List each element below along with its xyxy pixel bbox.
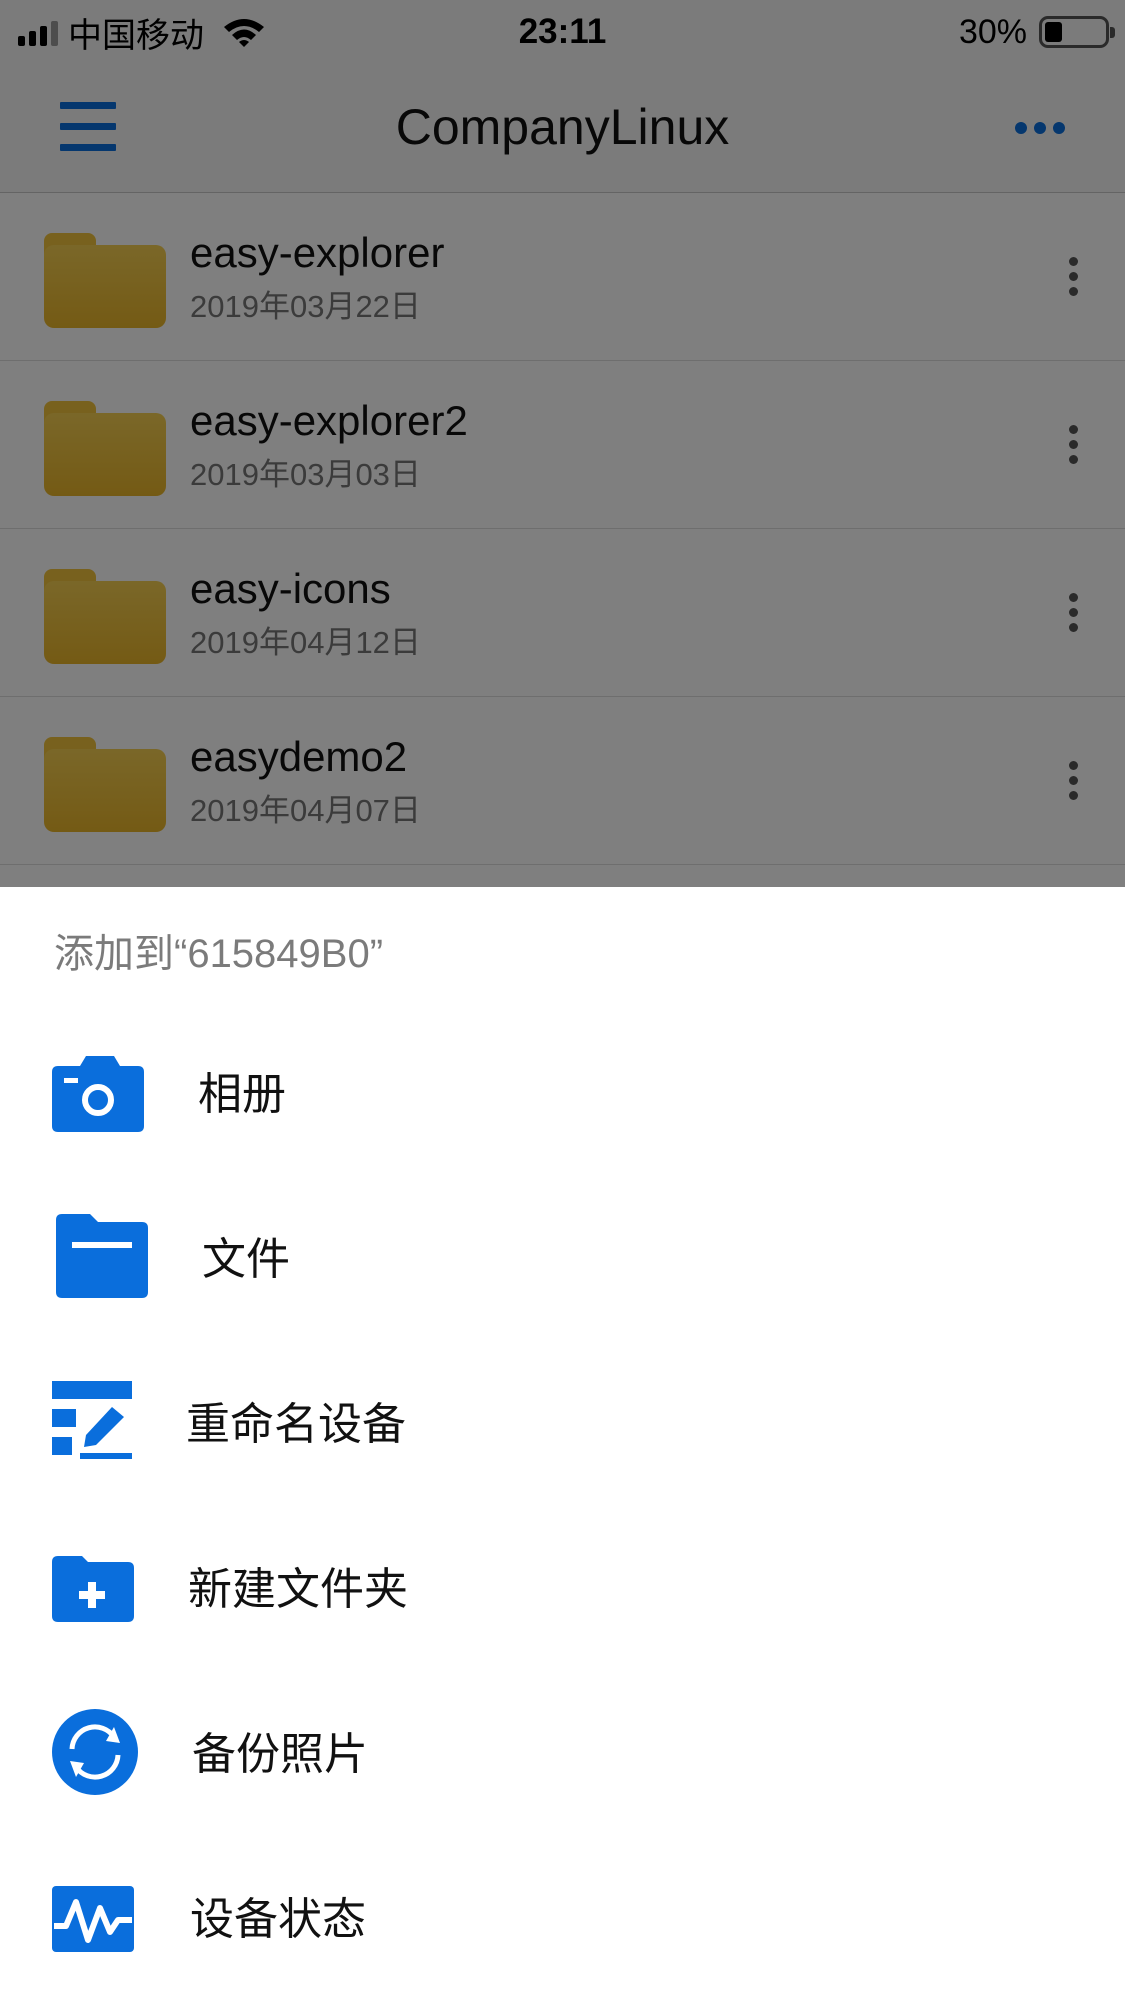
action-album[interactable]: 相册 xyxy=(0,1017,1125,1167)
action-label: 相册 xyxy=(198,1070,286,1119)
sheet-title: 添加到“615849B0” xyxy=(54,932,384,976)
action-new-folder[interactable]: 新建文件夹 xyxy=(0,1512,1125,1662)
action-rename-device[interactable]: 重命名设备 xyxy=(0,1347,1125,1497)
camera-icon xyxy=(52,1056,144,1132)
action-label: 设备状态 xyxy=(190,1895,366,1944)
action-label: 备份照片 xyxy=(192,1730,368,1779)
folder-icon xyxy=(56,1214,148,1298)
action-file[interactable]: 文件 xyxy=(0,1182,1125,1332)
sync-icon xyxy=(52,1709,138,1795)
new-folder-icon xyxy=(52,1556,134,1622)
action-label: 重命名设备 xyxy=(186,1400,406,1449)
activity-icon xyxy=(52,1886,134,1952)
action-label: 文件 xyxy=(202,1235,290,1284)
action-label: 新建文件夹 xyxy=(188,1565,408,1614)
rename-icon xyxy=(52,1381,132,1459)
action-device-status[interactable]: 设备状态 xyxy=(0,1842,1125,1992)
dim-overlay[interactable] xyxy=(0,0,1125,887)
action-sheet: 添加到“615849B0” 相册 文件 重命名设备 新建文件夹 备份照片 设备状… xyxy=(0,887,1125,2001)
action-backup-photos[interactable]: 备份照片 xyxy=(0,1677,1125,1827)
